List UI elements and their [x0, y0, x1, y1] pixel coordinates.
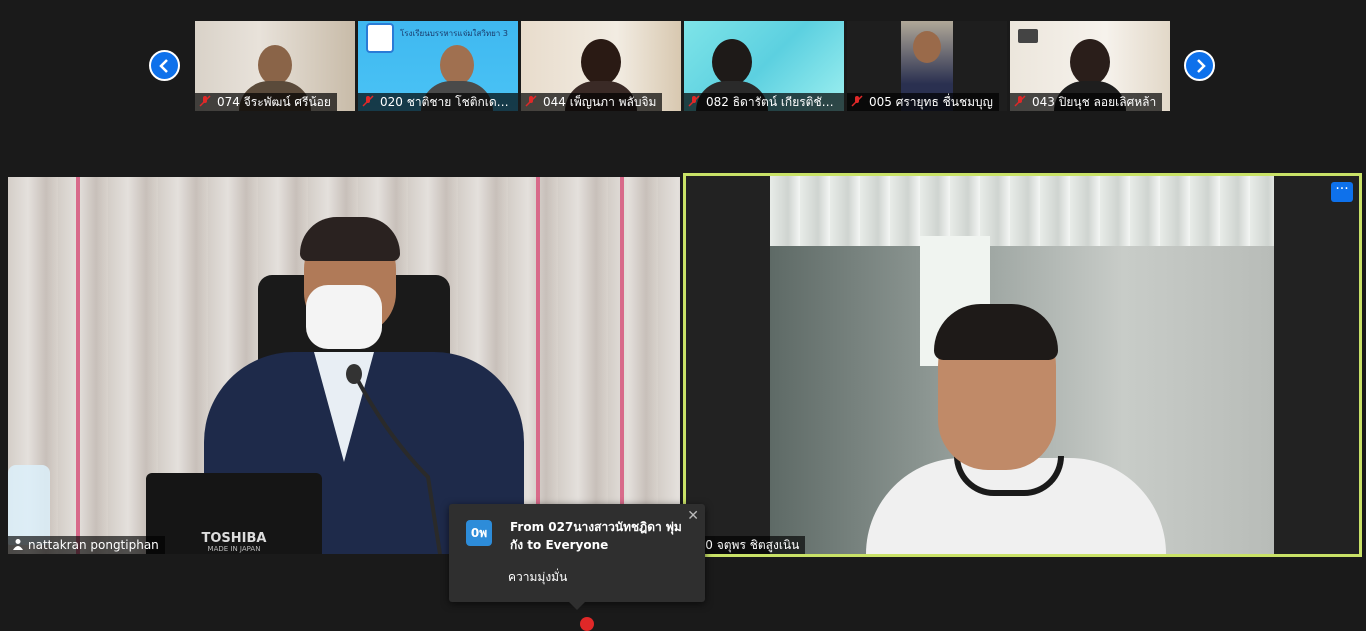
- chat-notification[interactable]: 0พ From 027นางสาวนัทชฎิดา พุ่มกัง to Eve…: [449, 504, 705, 610]
- mic-off-icon: [362, 95, 374, 107]
- participant-thumbnail[interactable]: 043 ปิยนุช ลอยเลิศหล้า: [1010, 21, 1170, 111]
- person-icon: [13, 539, 23, 550]
- chevron-left-icon: [158, 58, 168, 73]
- participant-name-tag: 005 ศรายุทธ ชื่นชมบุญ: [847, 93, 999, 111]
- participant-thumbnail[interactable]: 044 เพ็ญนภา พลับจิม: [521, 21, 681, 111]
- mic-off-icon: [688, 95, 700, 107]
- mic-off-icon: [525, 95, 537, 107]
- school-banner-text: โรงเรียนบรรหารแจ่มใสวิทยา 3: [400, 29, 508, 38]
- mic-off-icon: [199, 95, 211, 107]
- chat-message: ความมุ่งมั่น: [508, 570, 568, 584]
- record-indicator-icon: [580, 617, 594, 631]
- chevron-right-icon: [1196, 58, 1206, 73]
- prev-page-button[interactable]: [149, 50, 180, 81]
- participant-strip: 074 จีระพัฒน์ ศรีน้อย โรงเรียนบรรหารแจ่ม…: [195, 21, 1170, 111]
- video-tile-left[interactable]: TOSHIBA MADE IN JAPAN nattakran pongtiph…: [8, 177, 680, 554]
- participant-name-tag: 074 จีระพัฒน์ ศรีน้อย: [195, 93, 337, 111]
- next-page-button[interactable]: [1184, 50, 1215, 81]
- curtain-valance: [770, 176, 1274, 246]
- video-tile-active-speaker[interactable]: ··· 050 จตุพร ชิตสูงเนิน: [683, 173, 1362, 557]
- camera-decor: [1018, 29, 1038, 43]
- speaker-video: [770, 176, 1274, 554]
- more-options-button[interactable]: ···: [1331, 182, 1353, 202]
- participant-name-tag: 044 เพ็ญนภา พลับจิม: [521, 93, 663, 111]
- speaker-hair: [934, 304, 1058, 360]
- close-icon[interactable]: ✕: [687, 508, 699, 524]
- mic-off-icon: [851, 95, 863, 107]
- more-options-icon: ···: [1335, 181, 1349, 197]
- microphone-stand: [346, 364, 442, 554]
- avatar: 0พ: [466, 520, 492, 546]
- participant-thumbnail[interactable]: 082 ธิดารัตน์ เกียรติชัย...: [684, 21, 844, 111]
- school-logo: [366, 23, 394, 53]
- participant-name-tag: nattakran pongtiphan: [8, 536, 165, 554]
- mic-off-icon: [1014, 95, 1026, 107]
- participant-thumbnail[interactable]: 005 ศรายุทธ ชื่นชมบุญ: [847, 21, 1007, 111]
- participant-name-tag: 020 ชาติชาย โชติกเดชา...: [358, 93, 518, 111]
- chat-sender: From 027นางสาวนัทชฎิดา พุ่มกัง to Everyo…: [510, 520, 682, 552]
- participant-name-tag: 043 ปิยนุช ลอยเลิศหล้า: [1010, 93, 1163, 111]
- participant-name-tag: 082 ธิดารัตน์ เกียรติชัย...: [684, 93, 844, 111]
- participant-thumbnail[interactable]: โรงเรียนบรรหารแจ่มใสวิทยา 3 020 ชาติชาย …: [358, 21, 518, 111]
- participant-thumbnail[interactable]: 074 จีระพัฒน์ ศรีน้อย: [195, 21, 355, 111]
